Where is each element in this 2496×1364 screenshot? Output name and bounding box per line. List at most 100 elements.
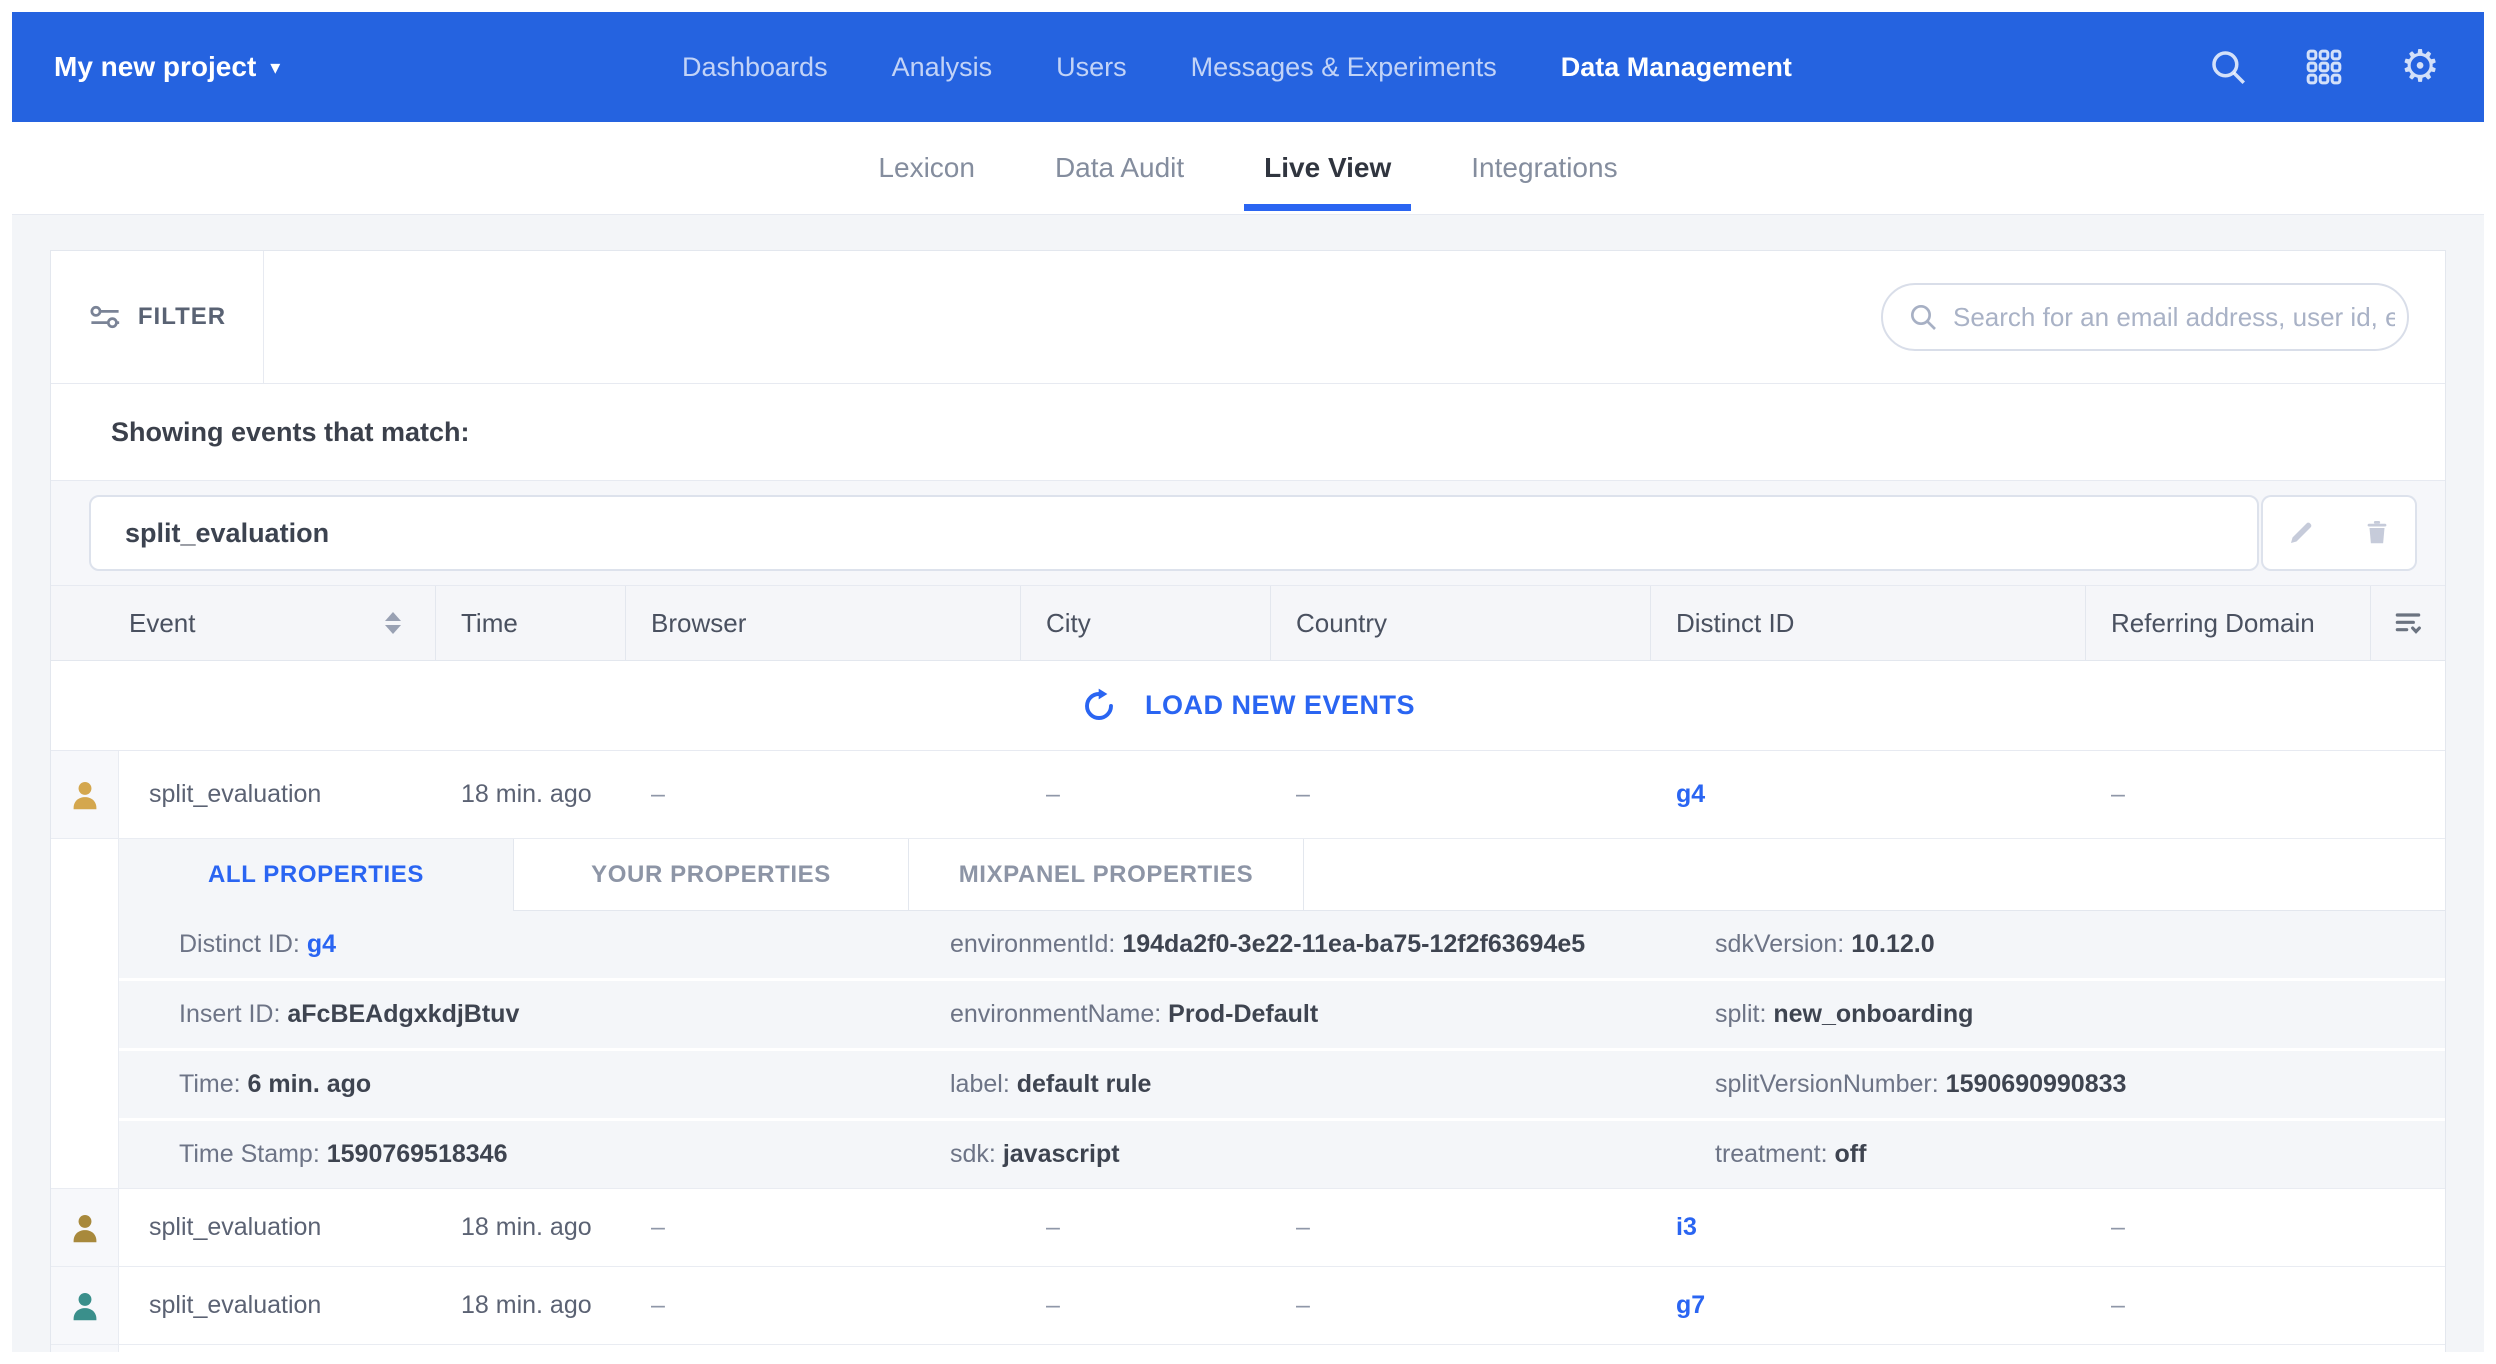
distinct-id-link[interactable]: g4	[1676, 780, 1705, 809]
column-header-referring-domain[interactable]: Referring Domain	[2086, 586, 2371, 660]
property-key: treatment:	[1715, 1140, 1828, 1168]
topbar-icons: ⚙	[2206, 45, 2442, 89]
tab-lexicon[interactable]: Lexicon	[858, 122, 995, 214]
row-gutter	[51, 751, 119, 838]
table-row-partial	[51, 1345, 2445, 1352]
refresh-icon	[1081, 688, 1117, 724]
property-key: Insert ID:	[179, 1000, 280, 1028]
properties-grid: Distinct ID: g4 environmentId: 194da2f0-…	[119, 911, 2445, 1188]
property-value: 1590690990833	[1946, 1070, 2127, 1098]
sort-icon[interactable]	[385, 612, 401, 634]
event-country: –	[1271, 1267, 1651, 1344]
event-country: –	[1271, 751, 1651, 838]
property-value: off	[1835, 1140, 1867, 1168]
pencil-icon	[2286, 518, 2316, 548]
data-management-tabs: Lexicon Data Audit Live View Integration…	[12, 122, 2484, 215]
table-row[interactable]: split_evaluation 18 min. ago – – – g4 –	[51, 751, 2445, 839]
table-row[interactable]: split_evaluation 18 min. ago – – – i3 –	[51, 1189, 2445, 1267]
event-filter-chip[interactable]: split_evaluation	[89, 495, 2259, 571]
column-header-time[interactable]: Time	[436, 586, 626, 660]
event-name: split_evaluation	[119, 1189, 436, 1266]
event-city: –	[1021, 1267, 1271, 1344]
column-settings-icon	[2392, 607, 2424, 639]
property-value: new_onboarding	[1773, 1000, 1973, 1028]
column-header-city[interactable]: City	[1021, 586, 1271, 660]
event-time: 18 min. ago	[436, 751, 626, 838]
filter-label: FILTER	[138, 303, 226, 331]
properties-tabs: ALL PROPERTIES YOUR PROPERTIES MIXPANEL …	[119, 839, 2445, 911]
delete-filter-button[interactable]	[2339, 495, 2417, 571]
trash-icon	[2362, 518, 2392, 548]
property-key: sdkVersion:	[1715, 930, 1844, 958]
column-header-browser[interactable]: Browser	[626, 586, 1021, 660]
tab-your-properties[interactable]: YOUR PROPERTIES	[514, 839, 909, 911]
property-value-link[interactable]: g4	[307, 930, 336, 958]
load-new-events-label: LOAD NEW EVENTS	[1145, 690, 1415, 721]
event-name: split_evaluation	[119, 1267, 436, 1344]
table-header: Event Time Browser City Country Distinct…	[51, 586, 2445, 661]
event-time: 18 min. ago	[436, 1189, 626, 1266]
nav-dashboards[interactable]: Dashboards	[682, 52, 828, 83]
property-key: Time Stamp:	[179, 1140, 320, 1168]
tab-integrations[interactable]: Integrations	[1451, 122, 1637, 214]
event-time: 18 min. ago	[436, 1267, 626, 1344]
table-row[interactable]: split_evaluation 18 min. ago – – – g7 –	[51, 1267, 2445, 1345]
event-country: –	[1271, 1189, 1651, 1266]
property-row: Time Stamp: 1590769518346 sdk: javascrip…	[119, 1121, 2445, 1188]
distinct-id-link[interactable]: i3	[1676, 1213, 1697, 1242]
property-key: Distinct ID:	[179, 930, 300, 958]
nav-analysis[interactable]: Analysis	[892, 52, 993, 83]
showing-events-heading: Showing events that match:	[51, 384, 2445, 481]
property-value: 10.12.0	[1851, 930, 1934, 958]
filter-button[interactable]: FILTER	[51, 251, 264, 383]
property-value: default rule	[1017, 1070, 1152, 1098]
apps-grid-icon[interactable]	[2302, 45, 2346, 89]
property-value: Prod-Default	[1168, 1000, 1318, 1028]
property-key: sdk:	[950, 1140, 996, 1168]
column-header-distinct-id[interactable]: Distinct ID	[1651, 586, 2086, 660]
property-key: splitVersionNumber:	[1715, 1070, 1939, 1098]
event-browser: –	[626, 1267, 1021, 1344]
property-row: Distinct ID: g4 environmentId: 194da2f0-…	[119, 911, 2445, 978]
event-filter-strip: split_evaluation	[51, 481, 2445, 586]
project-name: My new project	[54, 51, 256, 83]
property-key: Time:	[179, 1070, 241, 1098]
settings-gear-icon[interactable]: ⚙	[2398, 45, 2442, 89]
property-value: 6 min. ago	[248, 1070, 372, 1098]
edit-filter-button[interactable]	[2261, 495, 2339, 571]
tab-all-properties[interactable]: ALL PROPERTIES	[119, 839, 514, 911]
column-header-country[interactable]: Country	[1271, 586, 1651, 660]
top-navigation-bar: My new project ▾ Dashboards Analysis Use…	[12, 12, 2484, 122]
tab-data-audit[interactable]: Data Audit	[1035, 122, 1204, 214]
property-row: Time: 6 min. ago label: default rule spl…	[119, 1051, 2445, 1118]
row-gutter	[51, 1189, 119, 1266]
event-browser: –	[626, 1189, 1021, 1266]
distinct-id-link[interactable]: g7	[1676, 1291, 1705, 1320]
user-avatar-icon	[67, 1210, 103, 1246]
load-new-events-button[interactable]: LOAD NEW EVENTS	[51, 661, 2445, 751]
project-selector[interactable]: My new project ▾	[54, 51, 280, 83]
tab-mixpanel-properties[interactable]: MIXPANEL PROPERTIES	[909, 839, 1304, 911]
tab-live-view[interactable]: Live View	[1244, 122, 1411, 214]
chip-actions	[2261, 495, 2417, 571]
search-icon	[1907, 301, 1939, 333]
event-name: split_evaluation	[119, 751, 436, 838]
column-header-event[interactable]: Event	[51, 586, 436, 660]
customize-columns-button[interactable]	[2371, 586, 2445, 660]
event-browser: –	[626, 751, 1021, 838]
search-input[interactable]	[1953, 302, 2395, 333]
search-pill	[1881, 283, 2409, 351]
event-referring-domain: –	[2086, 1267, 2371, 1344]
property-key: label:	[950, 1070, 1010, 1098]
expanded-event-panel: ALL PROPERTIES YOUR PROPERTIES MIXPANEL …	[51, 839, 2445, 1189]
nav-data-management[interactable]: Data Management	[1561, 52, 1792, 83]
search-icon[interactable]	[2206, 45, 2250, 89]
user-avatar-icon	[67, 1288, 103, 1324]
nav-messages-experiments[interactable]: Messages & Experiments	[1191, 52, 1497, 83]
nav-users[interactable]: Users	[1056, 52, 1127, 83]
main-nav: Dashboards Analysis Users Messages & Exp…	[682, 12, 1792, 122]
event-referring-domain: –	[2086, 751, 2371, 838]
property-key: environmentId:	[950, 930, 1115, 958]
expanded-gutter	[51, 839, 119, 1188]
event-city: –	[1021, 751, 1271, 838]
